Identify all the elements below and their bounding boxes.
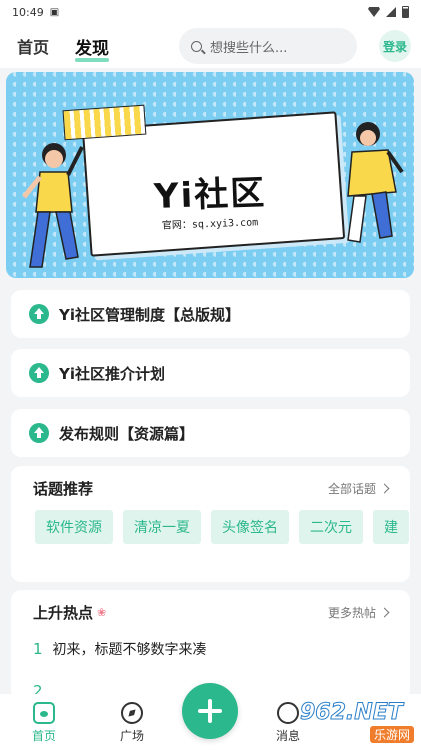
notice-label: Yi社区推介计划: [59, 364, 166, 383]
hot-text: 初来，标题不够数字来凑: [52, 642, 207, 658]
topic-tag[interactable]: 头像签名: [211, 510, 289, 544]
chevron-right-icon: [379, 483, 390, 493]
login-button[interactable]: 登录: [379, 30, 411, 62]
all-topics-link[interactable]: 全部话题: [327, 480, 390, 497]
search-input[interactable]: 想搜些什么...: [179, 28, 358, 64]
arrow-up-icon: [29, 423, 49, 443]
hot-title: 上升热点: [33, 603, 94, 622]
hot-header: 上升热点 ❀ 更多热帖: [11, 590, 410, 634]
flame-icon: ❀: [97, 605, 107, 619]
watermark: 962.NET 乐游网: [300, 700, 420, 746]
arrow-up-icon: [29, 363, 49, 383]
watermark-sub: 乐游网: [369, 726, 414, 743]
notice-item[interactable]: 发布规则【资源篇】: [11, 409, 410, 457]
topic-tags: 软件资源 清凉一夏 头像签名 二次元 建: [11, 510, 410, 544]
status-time: 10:49: [12, 5, 44, 19]
nav-square[interactable]: 广场: [102, 702, 162, 744]
topic-tag[interactable]: 二次元: [299, 510, 363, 544]
battery-icon: [402, 6, 409, 18]
signal-icon: [386, 7, 396, 17]
hot-item[interactable]: 1 初来，标题不够数字来凑: [11, 634, 410, 664]
nav-home-label: 首页: [31, 729, 56, 743]
notice-label: Yi社区管理制度【总版规】: [59, 305, 241, 324]
topics-panel: 话题推荐 全部话题 软件资源 清凉一夏 头像签名 二次元 建: [11, 466, 410, 582]
tab-discover[interactable]: 发现: [75, 34, 110, 62]
arrow-up-icon: [29, 304, 49, 324]
topic-tag[interactable]: 软件资源: [35, 510, 113, 544]
notification-icon: ▣: [49, 6, 60, 18]
message-icon: [277, 702, 299, 724]
all-topics-label: 全部话题: [327, 481, 376, 496]
banner-carousel[interactable]: Yi社区 官网：sq.xyi3.com: [6, 72, 414, 278]
compass-icon: [121, 702, 143, 724]
notice-item[interactable]: Yi社区管理制度【总版规】: [11, 290, 410, 338]
search-placeholder: 想搜些什么...: [210, 40, 288, 56]
publish-button[interactable]: [182, 683, 238, 739]
topics-header: 话题推荐 全部话题: [11, 466, 410, 510]
status-bar: 10:49 ▣: [0, 0, 421, 24]
nav-home[interactable]: 首页: [14, 702, 74, 744]
nav-messages-label: 消息: [275, 729, 300, 743]
search-icon: [191, 40, 203, 52]
watermark-text: 962.NET: [300, 700, 404, 726]
more-hot-link[interactable]: 更多热帖: [327, 604, 390, 621]
home-icon: [33, 702, 55, 724]
topics-title: 话题推荐: [33, 479, 94, 498]
topic-tag[interactable]: 清凉一夏: [123, 510, 201, 544]
nav-square-label: 广场: [119, 729, 144, 743]
hot-rank: 1: [33, 640, 43, 658]
status-icons: [368, 6, 409, 18]
tab-home[interactable]: 首页: [17, 34, 49, 58]
topic-tag[interactable]: 建: [373, 510, 409, 544]
notice-label: 发布规则【资源篇】: [59, 424, 195, 443]
plus-icon: [198, 699, 222, 723]
more-hot-label: 更多热帖: [327, 605, 376, 620]
notice-item[interactable]: Yi社区推介计划: [11, 349, 410, 397]
chevron-right-icon: [379, 607, 390, 617]
wifi-icon: [368, 7, 380, 17]
top-header: 首页 发现 想搜些什么... 登录: [0, 24, 421, 68]
